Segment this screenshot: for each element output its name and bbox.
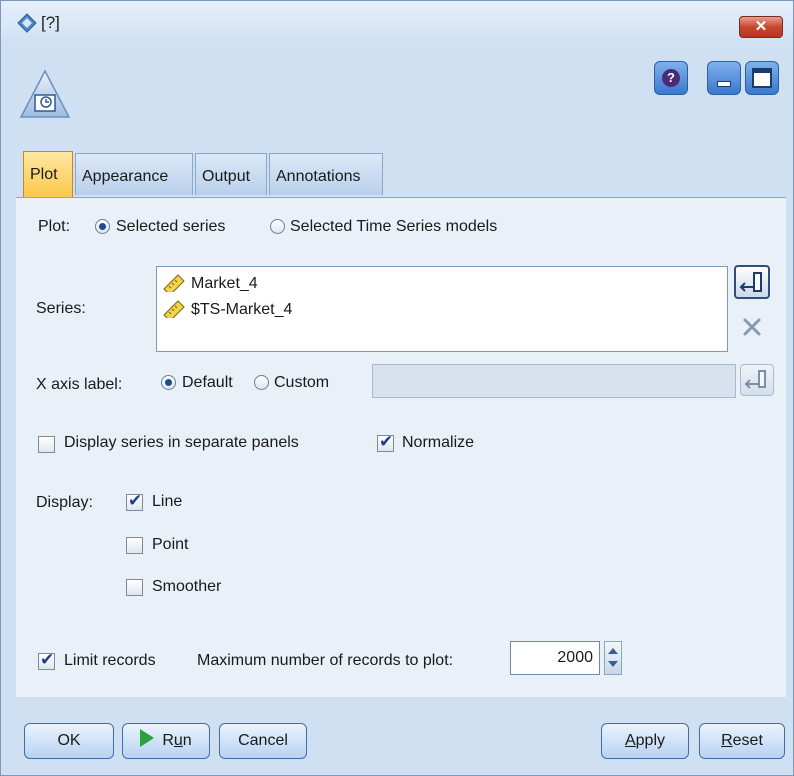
max-records-stepper[interactable] [604, 641, 622, 675]
tab-annotations-label: Annotations [276, 168, 361, 185]
tab-output[interactable]: Output [195, 153, 267, 195]
pick-series-button[interactable] [734, 265, 770, 299]
minimize-icon [717, 81, 731, 87]
radio-x-custom[interactable] [254, 375, 269, 390]
field-picker-icon [739, 272, 762, 292]
x-axis-pick-button[interactable] [740, 364, 774, 396]
tab-output-label: Output [202, 168, 251, 185]
window-title: [?] [41, 13, 60, 32]
title-bar: [?] ✕ [1, 1, 793, 45]
radio-x-default-label[interactable]: Default [182, 374, 233, 392]
limit-records-label[interactable]: Limit records [64, 652, 156, 670]
plot-label: Plot: [38, 218, 71, 235]
x-axis-label: X axis label: [36, 376, 123, 393]
run-label-prefix: R [162, 732, 174, 749]
close-button[interactable]: ✕ [739, 16, 783, 38]
maximize-icon [752, 68, 772, 88]
x-axis-custom-input[interactable] [372, 364, 736, 398]
radio-selected-ts-models[interactable] [270, 219, 285, 234]
display-separate-checkbox[interactable] [38, 436, 55, 453]
series-item-label: $TS-Market_4 [191, 301, 293, 318]
run-label-mnemonic: u [173, 732, 183, 749]
help-button[interactable]: ? [654, 61, 688, 95]
minimize-button[interactable] [707, 61, 741, 95]
run-label-suffix: n [182, 732, 192, 749]
apply-label-rest: pply [635, 732, 666, 749]
display-separate-label[interactable]: Display series in separate panels [64, 434, 299, 452]
tab-appearance-label: Appearance [82, 168, 169, 185]
apply-button[interactable]: Apply [601, 723, 689, 759]
normalize-label[interactable]: Normalize [402, 434, 474, 452]
plot-tab-panel: Plot: Selected series Selected Time Seri… [16, 197, 786, 697]
tab-appearance[interactable]: Appearance [75, 153, 193, 195]
max-records-input[interactable]: 2000 [510, 641, 600, 675]
reset-button[interactable]: Reset [699, 723, 785, 759]
radio-selected-ts-models-label[interactable]: Selected Time Series models [290, 218, 497, 236]
max-records-label: Maximum number of records to plot: [197, 652, 454, 669]
reset-label-rest: eset [732, 732, 763, 749]
series-item-label: Market_4 [191, 275, 258, 292]
display-point-label[interactable]: Point [152, 536, 188, 554]
continuous-field-ruler-icon [163, 300, 185, 318]
close-icon: ✕ [754, 18, 768, 35]
run-play-icon [140, 729, 155, 747]
series-label: Series: [36, 300, 86, 317]
tab-annotations[interactable]: Annotations [269, 153, 383, 195]
display-line-checkbox[interactable] [126, 491, 143, 511]
continuous-field-ruler-icon [163, 274, 185, 292]
maximize-button[interactable] [745, 61, 779, 95]
max-records-value: 2000 [557, 649, 593, 666]
apply-label-mnemonic: A [624, 732, 636, 749]
tab-plot[interactable]: Plot [23, 151, 73, 197]
radio-x-default[interactable] [161, 375, 176, 390]
time-plot-node-icon [19, 69, 71, 118]
delete-x-icon [743, 318, 761, 336]
ok-button-label: OK [57, 732, 81, 749]
limit-records-checkbox[interactable] [38, 650, 55, 670]
stream-node-icon [17, 13, 37, 33]
field-picker-icon [744, 370, 766, 389]
display-point-checkbox[interactable] [126, 537, 143, 554]
ok-button[interactable]: OK [24, 723, 114, 759]
remove-series-button[interactable] [734, 310, 770, 344]
cancel-button-label: Cancel [238, 732, 288, 749]
radio-selected-series-label[interactable]: Selected series [116, 218, 225, 236]
display-line-label[interactable]: Line [152, 493, 182, 511]
help-icon: ? [662, 69, 680, 87]
series-list[interactable]: Market_4 $TS-Market_4 [156, 266, 728, 352]
normalize-checkbox[interactable] [377, 432, 394, 452]
tab-plot-label: Plot [30, 166, 58, 183]
run-button[interactable]: Run [122, 723, 210, 759]
display-smoother-label[interactable]: Smoother [152, 578, 221, 596]
reset-label-mnemonic: R [721, 732, 733, 749]
display-label: Display: [36, 494, 93, 511]
cancel-button[interactable]: Cancel [219, 723, 307, 759]
display-smoother-checkbox[interactable] [126, 579, 143, 596]
dialog-window: [?] ✕ ? Plot Appearance Output Annotatio… [0, 0, 794, 776]
radio-selected-series[interactable] [95, 219, 110, 234]
radio-x-custom-label[interactable]: Custom [274, 374, 329, 392]
